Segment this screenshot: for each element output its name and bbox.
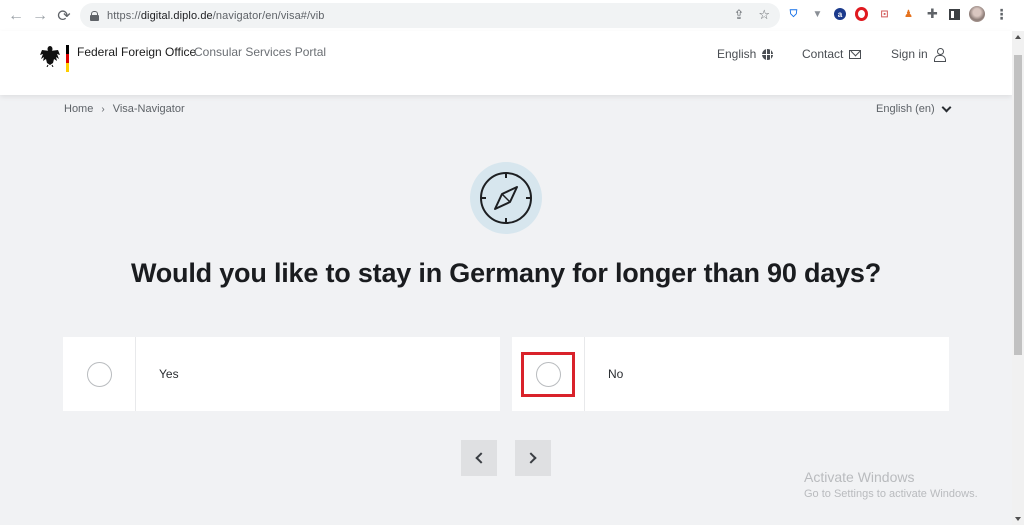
radio-yes[interactable]: [86, 361, 112, 387]
option-no-radio-cell[interactable]: [512, 337, 585, 411]
activate-windows-watermark: Activate Windows Go to Settings to activ…: [804, 469, 978, 500]
option-yes[interactable]: Yes: [63, 337, 500, 411]
scroll-up-arrow-icon[interactable]: [1015, 35, 1021, 39]
share-icon[interactable]: ⇪: [733, 7, 744, 23]
forward-icon[interactable]: →: [28, 4, 52, 28]
bookmark-star-icon[interactable]: ☆: [758, 7, 770, 23]
chevron-right-icon: ›: [101, 103, 105, 115]
address-bar[interactable]: https://digital.diplo.de/navigator/en/vi…: [80, 3, 780, 28]
contact-link[interactable]: Contact: [802, 47, 862, 61]
extensions-area: ⛉ ▼ a ⊡ ♟ ✚ ⋮: [786, 6, 1009, 22]
language-link-label: English: [717, 47, 757, 61]
back-icon[interactable]: ←: [4, 4, 28, 28]
next-button[interactable]: [515, 440, 551, 476]
url-prefix: https://: [107, 9, 141, 22]
profile-avatar-icon[interactable]: [969, 6, 985, 22]
lock-icon[interactable]: [90, 10, 99, 21]
side-panel-icon[interactable]: [949, 8, 960, 20]
v-extension-icon[interactable]: ▼: [810, 7, 825, 22]
scroll-down-arrow-icon[interactable]: [1015, 517, 1021, 521]
url-text[interactable]: https://digital.diplo.de/navigator/en/vi…: [107, 10, 325, 22]
previous-button[interactable]: [461, 440, 497, 476]
german-flag-bar: [66, 45, 69, 72]
opera-extension-icon[interactable]: [855, 7, 868, 21]
chevron-down-icon: [941, 102, 952, 112]
contact-link-label: Contact: [802, 47, 844, 61]
fox-extension-icon[interactable]: ♟: [901, 7, 916, 22]
scan-extension-icon[interactable]: ⊡: [877, 7, 892, 22]
breadcrumb: Home › Visa-Navigator: [64, 103, 185, 115]
compass-icon: [480, 172, 532, 224]
language-select[interactable]: English (en): [876, 102, 952, 115]
option-yes-radio-cell[interactable]: [63, 337, 136, 411]
portal-name[interactable]: Consular Services Portal: [194, 45, 326, 59]
globe-icon: [762, 48, 774, 60]
dot-extension-icon[interactable]: a: [834, 8, 846, 20]
url-domain: digital.diplo.de: [140, 9, 213, 22]
site-header: Federal Foreign Office Consular Services…: [0, 31, 1012, 95]
chevron-right-icon: [525, 452, 537, 464]
question-heading: Would you like to stay in Germany for lo…: [130, 258, 882, 288]
language-select-value: English (en): [876, 103, 935, 115]
breadcrumb-home[interactable]: Home: [64, 103, 93, 115]
extensions-puzzle-icon[interactable]: ✚: [925, 6, 940, 22]
option-no-label[interactable]: No: [585, 337, 623, 411]
watermark-title: Activate Windows: [804, 469, 915, 485]
browser-toolbar: ← → ⟳ https://digital.diplo.de/navigator…: [0, 0, 1024, 31]
brand-name[interactable]: Federal Foreign Office: [77, 45, 196, 59]
highlight-box: [521, 352, 575, 397]
option-no[interactable]: No: [512, 337, 949, 411]
page-scrollbar[interactable]: [1012, 31, 1024, 525]
sign-in-link-label: Sign in: [891, 47, 928, 61]
watermark-subtitle: Go to Settings to activate Windows.: [804, 488, 978, 500]
federal-eagle-icon: [40, 46, 60, 67]
menu-dots-icon[interactable]: ⋮: [994, 6, 1009, 22]
option-yes-label[interactable]: Yes: [136, 337, 179, 411]
mail-icon: [849, 49, 862, 59]
reload-icon[interactable]: ⟳: [52, 4, 76, 28]
compass-badge: [470, 162, 542, 234]
shield-extension-icon[interactable]: ⛉: [786, 7, 801, 22]
language-link[interactable]: English: [717, 47, 774, 61]
url-path: /navigator/en/visa#/vib: [212, 9, 325, 22]
sign-in-link[interactable]: Sign in: [891, 47, 946, 62]
chevron-left-icon: [475, 452, 487, 464]
scrollbar-thumb[interactable]: [1014, 55, 1022, 355]
breadcrumb-visa-navigator[interactable]: Visa-Navigator: [113, 103, 185, 115]
user-icon: [933, 47, 946, 62]
